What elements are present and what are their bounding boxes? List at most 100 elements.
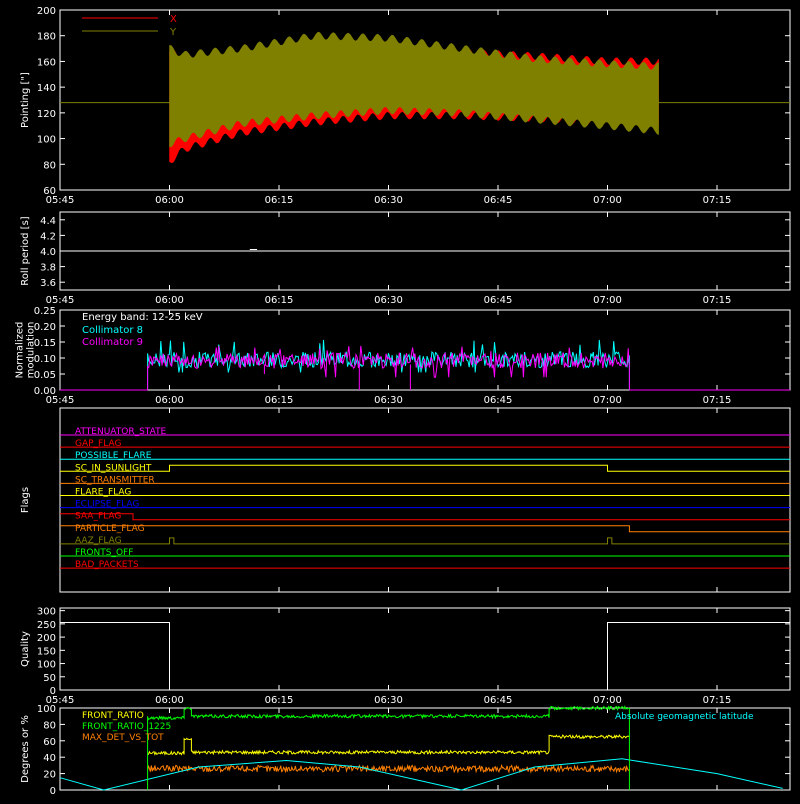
modulation-ytick-label: 0.05 — [34, 370, 56, 381]
ratio-line-max_det_vs_tot — [147, 763, 630, 774]
modulation-ylabel: modulation — [26, 322, 37, 379]
quality-xtick-label: 07:00 — [593, 695, 622, 706]
quality-ytick-label: 150 — [37, 646, 56, 657]
roll_period-ytick-label: 4.4 — [40, 216, 56, 227]
flag-label-particle_flag: PARTICLE_FLAG — [75, 524, 145, 534]
modulation-line-0 — [147, 339, 630, 390]
flag-label-attenuator_state: ATTENUATOR_STATE — [75, 427, 167, 437]
pointing-ytick-label: 180 — [37, 32, 56, 43]
modulation-ytick-label: 0.10 — [34, 354, 56, 365]
quality-axes: 05:45 06:00 06:15 06:30 06:45 07:00 07:1505010… — [37, 607, 791, 706]
modulation-annotation: Energy band: 12-25 keV — [82, 312, 203, 323]
quality-xtick-label: 06:00 — [155, 695, 184, 706]
quality-ytick-label: 250 — [37, 620, 56, 631]
modulation-legend-0: Collimator 8 — [82, 325, 143, 336]
flag-line-aaz_flag — [60, 537, 790, 545]
modulation-xtick-label: 06:45 — [484, 395, 513, 406]
flags-series: ATTENUATOR_STATE GAP_FLAG POSSIBLE_FLARE SC… — [60, 427, 790, 570]
flag-label-possible_flare: POSSIBLE_FLARE — [75, 451, 152, 461]
modulation-ytick-label: 0.00 — [34, 386, 56, 397]
quality-xtick-label: 06:45 — [484, 695, 513, 706]
flag-line-saa_flag — [60, 513, 790, 521]
flag-label-gap_flag: GAP_FLAG — [75, 439, 121, 449]
ratio-line-latitude — [59, 758, 783, 791]
flag-label-sc_in_sunlight: SC_IN_SUNLIGHT — [75, 463, 152, 473]
modulation-ytick-label: 0.15 — [34, 338, 56, 349]
pointing-ytick-label: 160 — [37, 57, 56, 68]
ratios-ytick-label: 0 — [50, 786, 56, 797]
flag-label-aaz_flag: AAZ_FLAG — [75, 536, 122, 546]
modulation-xtick-label: 06:00 — [155, 395, 184, 406]
quality-ytick-label: 300 — [37, 607, 56, 618]
modulation-ytick-label: 0.20 — [34, 322, 56, 333]
modulation-series — [60, 339, 790, 391]
quality-ytick-label: 100 — [37, 660, 56, 671]
pointing-xtick-label: 06:00 — [155, 195, 184, 206]
pointing-xtick-label: 06:15 — [265, 195, 294, 206]
roll_period-ylabel: Roll period [s] — [20, 216, 31, 285]
quality-ytick-label: 50 — [43, 673, 56, 684]
roll_period-xtick-label: 06:45 — [484, 295, 513, 306]
pointing-ytick-label: 60 — [43, 186, 56, 197]
chart-page: 05:45 06:00 06:15 06:30 06:45 07:00 07:15 60 80 1… — [0, 0, 800, 800]
flag-line-particle_flag — [60, 525, 790, 533]
flag-label-saa_flag: SAA_FLAG — [75, 512, 121, 522]
flag-label-eclipse_flag: ECLIPSE_FLAG — [75, 500, 139, 510]
quality-xtick-label: 06:30 — [374, 695, 403, 706]
ratio-line-front_ratio — [147, 734, 630, 756]
quality-ytick-label: 0 — [50, 686, 56, 697]
ratio-legend-2: MAX_DET_VS_TOT — [82, 733, 164, 743]
modulation-xtick-label: 06:15 — [265, 395, 294, 406]
quality-ylabel: Quality — [20, 631, 31, 667]
pointing-ytick-label: 80 — [43, 160, 56, 171]
pointing-ytick-label: 100 — [37, 135, 56, 146]
roll_period-axes: 05:45 06:00 06:15 06:30 06:45 07:00 07:15 3.6 3.… — [40, 211, 791, 306]
ratios-ytick-label: 40 — [43, 753, 56, 764]
roll_period-ytick-label: 4.2 — [40, 231, 56, 242]
roll_period-xtick-label: 06:00 — [155, 295, 184, 306]
ratios-ylabel: Degrees or % — [20, 715, 31, 783]
legend-label-x: X — [170, 14, 177, 25]
pointing-ytick-label: 200 — [37, 6, 56, 17]
quality-xtick-label: 06:15 — [265, 695, 294, 706]
flag-line-sc_in_sunlight — [60, 464, 790, 472]
modulation-xtick-label: 06:30 — [374, 395, 403, 406]
ratios-ytick-label: 80 — [43, 720, 56, 731]
quality-line — [60, 622, 790, 691]
flags-ylabel: Flags — [20, 487, 31, 513]
flags-axes — [59, 407, 791, 593]
quality-xtick-label: 07:15 — [703, 695, 732, 706]
modulation-legend: Energy band: 12-25 keV Collimator 8Collim… — [82, 312, 203, 348]
pointing-xtick-label: 06:45 — [484, 195, 513, 206]
pointing-legend: XY — [82, 14, 177, 38]
roll_period-ytick-label: 3.6 — [40, 278, 56, 289]
roll_period-xtick-label: 07:00 — [593, 295, 622, 306]
flags-frame — [59, 407, 791, 593]
ratio-annotation: Absolute geomagnetic latitude — [615, 712, 754, 722]
pointing-series — [60, 31, 790, 164]
pointing-xtick-label: 07:00 — [593, 195, 622, 206]
modulation-xtick-label: 07:15 — [703, 395, 732, 406]
modulation-legend-1: Collimator 9 — [82, 337, 143, 348]
roll_period-xtick-label: 06:15 — [265, 295, 294, 306]
modulation-ytick-label: 0.25 — [34, 306, 56, 317]
pointing-ylabel: Pointing ["] — [20, 72, 31, 128]
ratio-legend-1: FRONT_RATIO_1225 — [82, 722, 171, 732]
flag-label-flare_flag: FLARE_FLAG — [75, 488, 131, 498]
flag-label-sc_transmitter: SC_TRANSMITTER — [75, 475, 155, 485]
quality-ytick-label: 200 — [37, 633, 56, 644]
chart-svg: 05:45 06:00 06:15 06:30 06:45 07:00 07:15 60 80 1… — [15, 6, 791, 797]
roll_period-xtick-label: 07:15 — [703, 295, 732, 306]
ratios-ytick-label: 60 — [43, 737, 56, 748]
modulation-xtick-label: 07:00 — [593, 395, 622, 406]
ratios-ytick-label: 20 — [43, 770, 56, 781]
legend-label-y: Y — [169, 27, 177, 38]
ratios-legend: FRONT_RATIOFRONT_RATIO_1225MAX_DET_VS_TO… — [82, 711, 754, 743]
pointing-xtick-label: 06:30 — [374, 195, 403, 206]
ratio-legend-0: FRONT_RATIO — [82, 711, 144, 721]
roll_period-ytick-label: 4.0 — [40, 247, 56, 258]
pointing-xtick-label: 07:15 — [703, 195, 732, 206]
pointing-ytick-label: 140 — [37, 83, 56, 94]
pointing-ytick-label: 120 — [37, 109, 56, 120]
flag-label-bad_packets: BAD_PACKETS — [75, 560, 139, 570]
